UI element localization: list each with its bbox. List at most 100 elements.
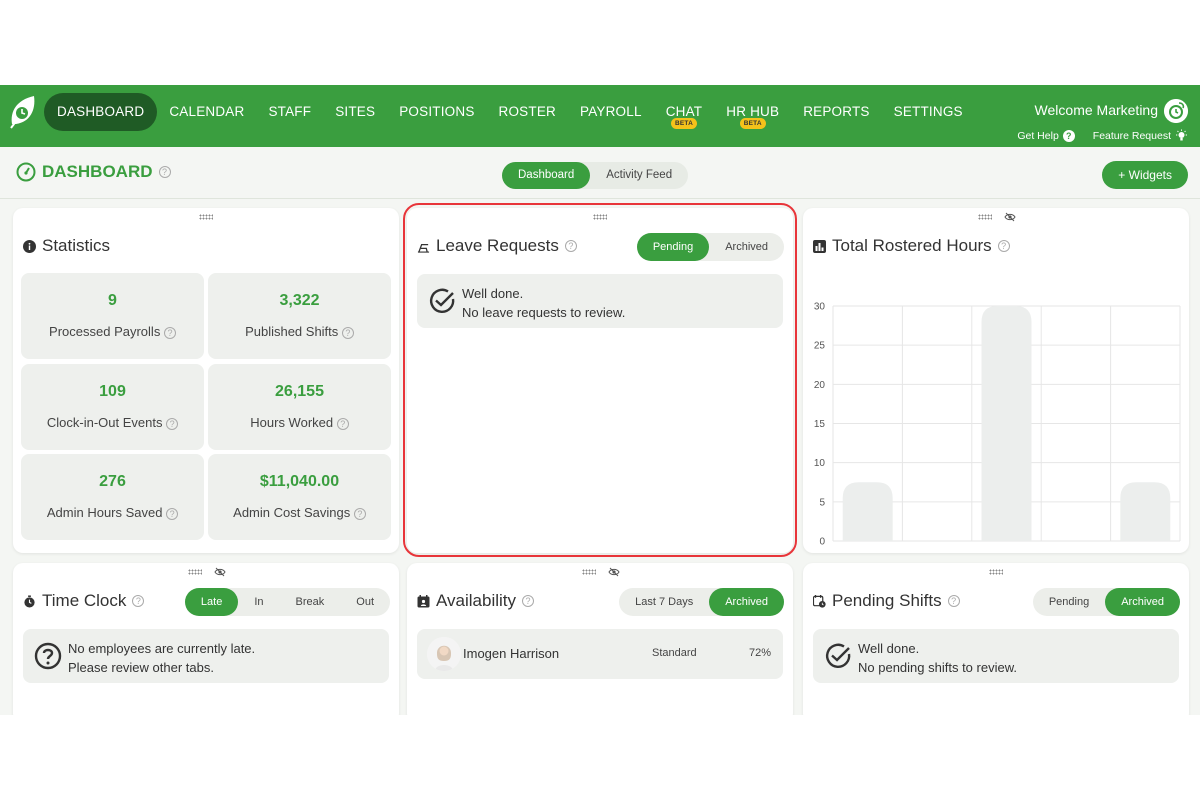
stat-label: Processed Payrolls ? — [21, 324, 204, 339]
nav-item-positions[interactable]: POSITIONS — [387, 93, 486, 131]
eye-slash-icon[interactable] — [214, 567, 226, 577]
chart-y-tick-label: 30 — [814, 302, 826, 313]
drag-handle-icon[interactable] — [978, 214, 992, 220]
nav-item-settings[interactable]: SETTINGS — [882, 93, 975, 131]
card-title-text: Pending Shifts — [832, 591, 942, 610]
stat-label: Clock-in-Out Events ? — [21, 415, 204, 430]
message-line: Well done. — [462, 286, 524, 301]
eye-slash-icon[interactable] — [1004, 212, 1016, 222]
help-question-icon[interactable]: ? — [158, 166, 171, 178]
nav-item-dashboard[interactable]: DASHBOARD — [44, 93, 158, 131]
add-widgets-button[interactable]: + Widgets — [1102, 161, 1188, 189]
drag-handle-icon[interactable] — [593, 214, 607, 220]
page-title: DASHBOARD ? — [16, 162, 171, 182]
stat-label-text: Admin Cost Savings — [233, 505, 351, 520]
nav-label: ROSTER — [498, 104, 556, 119]
stat-value: 9 — [108, 292, 117, 309]
tab-late[interactable]: Late — [184, 588, 239, 616]
drag-handle-icon[interactable] — [199, 214, 213, 220]
chart-bar — [842, 482, 893, 541]
help-question-icon[interactable]: ? — [336, 418, 349, 430]
question-icon: ? — [1062, 129, 1075, 142]
feature-request-label: Feature Request — [1092, 129, 1171, 142]
tab-archived[interactable]: Archived — [709, 588, 784, 616]
stat-label-text: Processed Payrolls — [49, 324, 161, 339]
message-line: No employees are currently late. — [68, 641, 256, 656]
tab-archived[interactable]: Archived — [709, 233, 784, 261]
user-avatar-icon[interactable] — [1164, 99, 1188, 123]
get-help-link[interactable]: Get Help ? — [1017, 129, 1075, 142]
help-question-icon[interactable]: ? — [522, 595, 535, 607]
stat-label-text: Hours Worked — [250, 415, 334, 430]
nav-item-reports[interactable]: REPORTS — [791, 93, 881, 131]
drag-handle-icon[interactable] — [989, 569, 1003, 575]
help-question-icon[interactable]: ? — [341, 327, 354, 339]
tab-pending[interactable]: Pending — [636, 233, 710, 261]
nav-label: DASHBOARD — [57, 104, 145, 119]
help-question-icon[interactable]: ? — [163, 327, 176, 339]
nav-label: POSITIONS — [399, 104, 475, 119]
stat-label: Admin Cost Savings ? — [208, 505, 391, 520]
nav-item-chat[interactable]: CHAT BETA — [654, 93, 715, 131]
nav-item-payroll[interactable]: PAYROLL — [568, 93, 654, 131]
calendar-clock-icon — [813, 594, 826, 608]
eye-slash-icon[interactable] — [608, 567, 620, 577]
calendar-person-icon — [417, 594, 430, 607]
stat-value: 3,322 — [279, 292, 320, 309]
nav-item-roster[interactable]: ROSTER — [487, 93, 568, 131]
help-question-icon[interactable]: ? — [997, 240, 1010, 252]
stat-tile-hours-worked: 26,155 Hours Worked ? — [208, 364, 391, 450]
feature-request-link[interactable]: Feature Request — [1093, 129, 1188, 142]
tab-activity-feed[interactable]: Activity Feed — [590, 162, 688, 189]
app-shell: DASHBOARD CALENDAR STAFF SITES POSITIONS… — [0, 85, 1200, 715]
tab-last-7-days[interactable]: Last 7 Days — [619, 588, 709, 616]
tab-in[interactable]: In — [238, 588, 279, 616]
help-question-icon[interactable]: ? — [564, 240, 577, 252]
bar-chart-icon — [813, 239, 826, 253]
tab-break[interactable]: Break — [280, 588, 341, 616]
card-title-text: Time Clock — [42, 591, 127, 610]
help-question-icon[interactable]: ? — [166, 508, 179, 520]
chart-bar — [981, 306, 1032, 541]
nav-label: STAFF — [268, 104, 312, 119]
speedometer-icon — [16, 162, 36, 182]
employee-availability-row[interactable]: Imogen Harrison Standard 72% — [417, 629, 783, 679]
nav-item-calendar[interactable]: CALENDAR — [157, 93, 256, 131]
tab-archived[interactable]: Archived — [1105, 588, 1180, 616]
nav-label: HR HUB — [726, 104, 780, 119]
employee-availability-percent: 72% — [748, 647, 771, 659]
help-question-icon[interactable]: ? — [353, 508, 366, 520]
drag-handle-icon[interactable] — [188, 569, 202, 575]
help-links: Get Help ? Feature Request — [1017, 129, 1188, 142]
chart-y-tick-label: 25 — [814, 341, 826, 352]
dashboard-view-toggle: Dashboard Activity Feed — [502, 162, 689, 189]
nav-item-staff[interactable]: STAFF — [256, 93, 323, 131]
rostered-hours-card: Total Rostered Hours ? 05101520253015-02… — [803, 208, 1189, 553]
tab-out[interactable]: Out — [340, 588, 390, 616]
message-line: No pending shifts to review. — [858, 660, 1017, 675]
question-circle-icon — [34, 642, 62, 670]
tab-dashboard[interactable]: Dashboard — [502, 162, 591, 189]
nav-item-sites[interactable]: SITES — [323, 93, 387, 131]
nav-label: PAYROLL — [580, 104, 642, 119]
welcome-text: Welcome Marketing — [1034, 102, 1158, 118]
drag-handle-icon[interactable] — [582, 569, 596, 575]
pending-shifts-toggle: Pending Archived — [1032, 588, 1180, 616]
pending-shifts-message: Well done. No pending shifts to review. — [813, 629, 1179, 683]
time-clock-card: Time Clock ? Late In Break Out No employ… — [13, 563, 399, 715]
help-question-icon[interactable]: ? — [166, 418, 179, 430]
chart-y-tick-label: 5 — [819, 497, 825, 508]
leaf-clock-logo-icon[interactable] — [8, 94, 38, 130]
nav-item-hr-hub[interactable]: HR HUB BETA — [714, 93, 791, 131]
check-circle-icon — [825, 643, 851, 669]
message-line: No leave requests to review. — [462, 305, 626, 320]
tab-pending[interactable]: Pending — [1033, 588, 1105, 616]
stat-value: $11,040.00 — [259, 473, 340, 490]
stat-value: 109 — [99, 383, 126, 400]
help-question-icon[interactable]: ? — [132, 595, 145, 607]
availability-toggle: Last 7 Days Archived — [619, 588, 784, 616]
rostered-hours-bar-chart: 05101520253015-0222-0201-0308-0315-03 — [814, 302, 1181, 548]
message-text: Well done. No leave requests to review. — [462, 284, 625, 322]
page-title-text: DASHBOARD — [42, 162, 153, 181]
help-question-icon[interactable]: ? — [947, 595, 960, 607]
